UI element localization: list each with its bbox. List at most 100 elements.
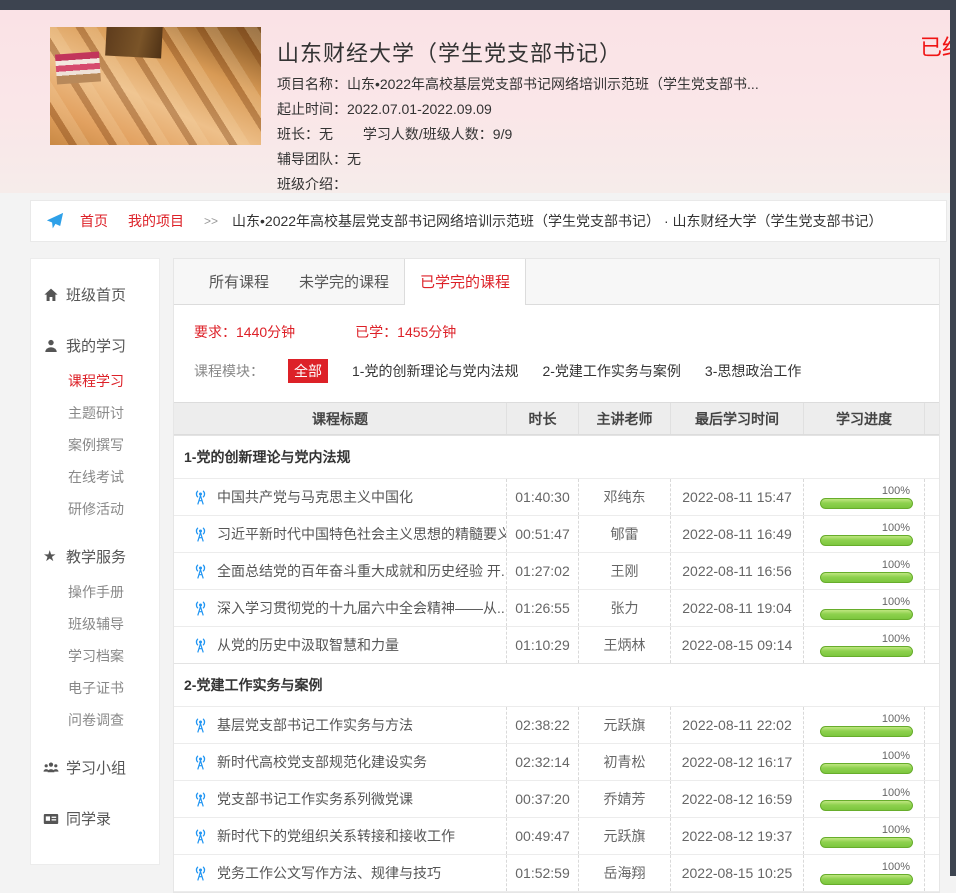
course-duration: 01:10:29 xyxy=(506,627,578,663)
learned-minutes-value: 1455分钟 xyxy=(397,324,456,340)
course-title: 党支部书记工作实务系列微党课 xyxy=(217,789,413,809)
sidebar-item-online-exam[interactable]: 在线考试 xyxy=(31,461,159,493)
table-row: 新时代下的党组织关系转接和接收工作 00:49:47 元跃旗 2022-08-1… xyxy=(174,817,939,854)
breadcrumb-home-link[interactable]: 首页 xyxy=(80,211,108,231)
course-title-cell[interactable]: 深入学习贯彻党的十九届六中全会精神——从... xyxy=(174,590,506,626)
course-teacher: 初青松 xyxy=(578,744,670,780)
course-duration: 02:38:22 xyxy=(506,707,578,743)
course-title-cell[interactable]: 新时代高校党支部规范化建设实务 xyxy=(174,744,506,780)
course-title: 新时代高校党支部规范化建设实务 xyxy=(217,752,427,772)
sidebar-section-my-study: 我的学习 xyxy=(31,326,159,365)
sidebar-section-label: 教学服务 xyxy=(66,546,126,567)
breadcrumb-my-projects-link[interactable]: 我的项目 xyxy=(128,211,184,231)
table-row: 党务工作公文写作方法、规律与技巧 01:52:59 岳海翔 2022-08-15… xyxy=(174,854,939,891)
course-last-time: 2022-08-15 10:25 xyxy=(670,855,803,891)
header-progress: 学习进度 xyxy=(803,403,924,434)
tab-finished-courses[interactable]: 已学完的课程 xyxy=(404,259,526,305)
course-title-cell[interactable]: 中国共产党与马克思主义中国化 xyxy=(174,479,506,515)
sidebar-item-class-tutoring[interactable]: 班级辅导 xyxy=(31,608,159,640)
sidebar-item-case-writing[interactable]: 案例撰写 xyxy=(31,429,159,461)
progress-bar xyxy=(820,726,913,737)
course-title: 新时代下的党组织关系转接和接收工作 xyxy=(217,826,455,846)
module-filter-3[interactable]: 3-思想政治工作 xyxy=(705,361,801,381)
course-title: 中国共产党与马克思主义中国化 xyxy=(217,487,413,507)
progress-cell: 100% xyxy=(803,516,924,552)
course-duration: 01:26:55 xyxy=(506,590,578,626)
table-row: 新时代高校党支部规范化建设实务 02:32:14 初青松 2022-08-12 … xyxy=(174,743,939,780)
course-duration: 00:37:20 xyxy=(506,781,578,817)
course-title-cell[interactable]: 基层党支部书记工作实务与方法 xyxy=(174,707,506,743)
progress-cell: 100% xyxy=(803,627,924,663)
table-row: 习近平新时代中国特色社会主义思想的精髓要义 00:51:47 郇雷 2022-0… xyxy=(174,515,939,552)
sidebar-item-topic-discussion[interactable]: 主题研讨 xyxy=(31,397,159,429)
sidebar-item-classmates[interactable]: 同学录 xyxy=(31,799,159,838)
sidebar-item-survey[interactable]: 问卷调查 xyxy=(31,704,159,736)
course-last-time: 2022-08-11 16:49 xyxy=(670,516,803,552)
progress-label: 100% xyxy=(882,787,910,799)
table-row: 深入学习贯彻党的十九届六中全会精神——从... 01:26:55 张力 2022… xyxy=(174,589,939,626)
thumbnail-books xyxy=(55,52,101,85)
course-title: 基层党支部书记工作实务与方法 xyxy=(217,715,413,735)
header-course-title: 课程标题 xyxy=(174,403,506,434)
scrollbar-track[interactable] xyxy=(950,0,956,876)
home-icon xyxy=(43,287,59,303)
sidebar-section-label: 我的学习 xyxy=(66,335,126,356)
header-duration: 时长 xyxy=(506,403,578,434)
course-last-time: 2022-08-11 16:56 xyxy=(670,553,803,589)
course-last-time: 2022-08-11 19:04 xyxy=(670,590,803,626)
progress-cell: 100% xyxy=(803,818,924,854)
breadcrumb: 首页 我的项目 >> 山东•2022年高校基层党支部书记网络培训示范班（学生党支… xyxy=(30,200,947,242)
sidebar-item-class-home[interactable]: 班级首页 xyxy=(31,275,159,314)
sidebar-item-manual[interactable]: 操作手册 xyxy=(31,576,159,608)
module-filter-1[interactable]: 1-党的创新理论与党内法规 xyxy=(352,361,518,381)
course-table-header: 课程标题 时长 主讲老师 最后学习时间 学习进度 xyxy=(174,403,939,435)
date-range-value: 2022.07.01-2022.09.09 xyxy=(347,101,492,117)
sidebar-item-label: 同学录 xyxy=(66,808,111,829)
course-last-time: 2022-08-11 15:47 xyxy=(670,479,803,515)
row-extra-cell xyxy=(924,855,939,891)
tutor-team-value: 无 xyxy=(347,151,361,167)
progress-label: 100% xyxy=(882,750,910,762)
broadcast-tower-icon xyxy=(192,490,209,505)
progress-bar xyxy=(820,763,913,774)
class-thumbnail xyxy=(50,27,261,145)
sidebar-item-study-group[interactable]: 学习小组 xyxy=(31,748,159,787)
course-title-cell[interactable]: 党务工作公文写作方法、规律与技巧 xyxy=(174,855,506,891)
course-teacher: 邓纯东 xyxy=(578,479,670,515)
class-intro-label: 班级介绍： xyxy=(277,176,347,192)
broadcast-tower-icon xyxy=(192,527,209,542)
broadcast-tower-icon xyxy=(192,718,209,733)
sidebar-item-course-study[interactable]: 课程学习 xyxy=(31,365,159,397)
course-teacher: 元跃旗 xyxy=(578,818,670,854)
progress-bar xyxy=(820,572,913,583)
course-title-cell[interactable]: 新时代下的党组织关系转接和接收工作 xyxy=(174,818,506,854)
thumbnail-box xyxy=(105,27,163,58)
course-teacher: 郇雷 xyxy=(578,516,670,552)
sidebar-item-study-archive[interactable]: 学习档案 xyxy=(31,640,159,672)
module-filter-all[interactable]: 全部 xyxy=(288,359,328,383)
tab-unfinished-courses[interactable]: 未学完的课程 xyxy=(284,259,404,304)
course-teacher: 元跃旗 xyxy=(578,707,670,743)
progress-bar xyxy=(820,837,913,848)
course-title-cell[interactable]: 习近平新时代中国特色社会主义思想的精髓要义 xyxy=(174,516,506,552)
sidebar-item-certificate[interactable]: 电子证书 xyxy=(31,672,159,704)
course-title-cell[interactable]: 党支部书记工作实务系列微党课 xyxy=(174,781,506,817)
course-title-cell[interactable]: 从党的历史中汲取智慧和力量 xyxy=(174,627,506,663)
progress-label: 100% xyxy=(882,861,910,873)
course-title-cell[interactable]: 全面总结党的百年奋斗重大成就和历史经验 开... xyxy=(174,553,506,589)
sidebar-item-training-activity[interactable]: 研修活动 xyxy=(31,493,159,525)
learner-count-label: 学习人数/班级人数： xyxy=(363,126,493,142)
row-extra-cell xyxy=(924,479,939,515)
project-name-value: 山东•2022年高校基层党支部书记网络培训示范班（学生党支部书... xyxy=(347,76,759,92)
course-tabs: 所有课程 未学完的课程 已学完的课程 xyxy=(174,259,939,305)
progress-label: 100% xyxy=(882,596,910,608)
broadcast-tower-icon xyxy=(192,564,209,579)
course-last-time: 2022-08-15 09:14 xyxy=(670,627,803,663)
module-filter-2[interactable]: 2-党建工作实务与案例 xyxy=(542,361,680,381)
tutor-team-label: 辅导团队： xyxy=(277,151,347,167)
course-teacher: 张力 xyxy=(578,590,670,626)
course-duration: 01:40:30 xyxy=(506,479,578,515)
course-title: 习近平新时代中国特色社会主义思想的精髓要义 xyxy=(217,524,506,544)
tab-all-courses[interactable]: 所有课程 xyxy=(194,259,284,304)
required-minutes-value: 1440分钟 xyxy=(236,324,295,340)
